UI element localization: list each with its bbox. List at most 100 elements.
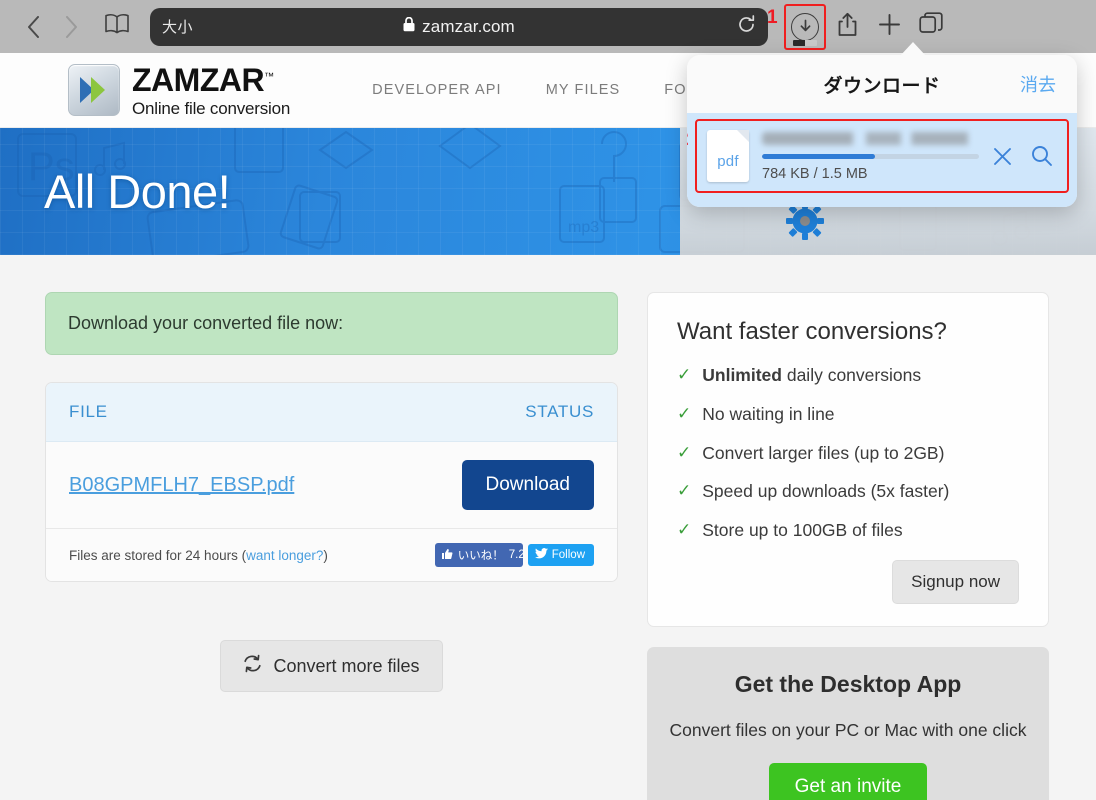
download-progress-bar <box>762 154 979 159</box>
check-icon: ✓ <box>677 520 692 539</box>
clear-downloads-button[interactable]: 消去 <box>1020 71 1056 97</box>
forward-button[interactable] <box>52 8 90 46</box>
download-item-meta: 784 KB / 1.5 MB <box>762 130 979 182</box>
download-icon <box>791 12 819 41</box>
twitter-follow-label: Follow <box>551 549 585 561</box>
signup-wrapper: Signup now <box>677 559 1019 604</box>
book-icon <box>104 13 130 40</box>
refresh-icon <box>243 654 262 678</box>
annotation-badge-1: 1 <box>767 6 778 28</box>
desktop-app-panel: Get the Desktop App Convert files on you… <box>647 646 1049 800</box>
retention-notice: Files are stored for 24 hours (want long… <box>69 548 328 563</box>
thumbs-up-icon <box>441 548 453 563</box>
list-item: ✓ Store up to 100GB of files <box>677 519 1019 542</box>
downloads-popover: ダウンロード 消去 2 pdf 784 KB / 1.5 MB <box>687 55 1077 207</box>
gear-icon <box>786 202 824 245</box>
file-table: FILE STATUS B08GPMFLH7_EBSP.pdf Download… <box>45 382 618 582</box>
file-table-header: FILE STATUS <box>46 383 617 442</box>
popover-arrow <box>900 42 926 56</box>
popover-body: 2 pdf 784 KB / 1.5 MB <box>687 113 1077 207</box>
trademark-symbol: ™ <box>264 70 274 82</box>
benefits-list: ✓ Unlimited daily conversions ✓ No waiti… <box>677 364 1019 542</box>
convert-more-files-label: Convert more files <box>273 655 420 676</box>
downloads-button[interactable]: 1 <box>767 3 826 50</box>
upsell-panel: Want faster conversions? ✓ Unlimited dai… <box>647 292 1049 627</box>
get-an-invite-button[interactable]: Get an invite <box>768 762 928 800</box>
benefit-text: Unlimited daily conversions <box>702 364 921 387</box>
download-notice: Download your converted file now: <box>45 292 618 355</box>
desktop-app-description: Convert files on your PC or Mac with one… <box>669 719 1027 740</box>
convert-more-files-button[interactable]: Convert more files <box>220 640 443 692</box>
social-buttons: いいね！ 7.2 Follow <box>434 543 594 567</box>
text-size-button[interactable]: 大小 <box>162 16 193 37</box>
download-file-name-redacted <box>762 132 979 145</box>
nav-item-my-files[interactable]: MY FILES <box>546 82 621 98</box>
list-item: ✓ Unlimited daily conversions <box>677 364 1019 387</box>
right-column: Want faster conversions? ✓ Unlimited dai… <box>647 292 1049 800</box>
file-table-footer: Files are stored for 24 hours (want long… <box>46 529 617 581</box>
twitter-bird-icon <box>534 548 548 562</box>
list-item: ✓ Speed up downloads (5x faster) <box>677 480 1019 503</box>
bookmarks-button[interactable] <box>98 8 136 46</box>
double-chevron-icon <box>68 64 120 116</box>
back-button[interactable] <box>14 8 52 46</box>
check-icon: ✓ <box>677 442 692 462</box>
pdf-file-icon-label: pdf <box>717 153 739 170</box>
page-content: Download your converted file now: FILE S… <box>0 255 1096 800</box>
chevron-left-icon <box>27 15 40 38</box>
logo-wordmark: ZAMZAR™ <box>132 61 274 98</box>
download-list-item[interactable]: 2 pdf 784 KB / 1.5 MB <box>687 119 1069 193</box>
facebook-like-label: いいね！ <box>457 550 504 562</box>
address-bar-content: zamzar.com <box>150 16 768 37</box>
annotation-badge-2: 2 <box>687 129 689 151</box>
screen: 大小 zamzar.com 1 ZAMZAR™ Online file conv… <box>0 0 1096 800</box>
retention-text-end: ) <box>323 547 328 563</box>
address-bar[interactable]: 大小 zamzar.com <box>150 7 768 46</box>
popover-title: ダウンロード <box>823 75 941 97</box>
download-button[interactable]: Download <box>461 460 594 510</box>
list-item: ✓ Convert larger files (up to 2GB) <box>677 442 1019 465</box>
benefit-text: Convert larger files (up to 2GB) <box>702 442 945 463</box>
check-icon: ✓ <box>677 481 692 501</box>
upsell-title: Want faster conversions? <box>677 318 947 345</box>
left-column: Download your converted file now: FILE S… <box>45 292 618 800</box>
column-header-status: STATUS <box>525 402 594 421</box>
check-icon: ✓ <box>677 365 692 384</box>
pdf-file-icon: pdf <box>707 130 749 182</box>
share-button[interactable] <box>826 6 868 48</box>
reload-button[interactable] <box>737 14 756 39</box>
nav-item-developer-api[interactable]: DEVELOPER API <box>372 82 502 98</box>
benefit-rest: daily conversions <box>781 365 922 385</box>
url-text: zamzar.com <box>422 16 515 36</box>
zamzar-logo[interactable]: ZAMZAR™ Online file conversion <box>68 64 290 117</box>
benefit-text: Store up to 100GB of files <box>702 520 903 540</box>
twitter-follow-button[interactable]: Follow <box>527 544 594 566</box>
tabs-icon <box>919 12 943 41</box>
check-icon: ✓ <box>677 403 692 423</box>
close-icon[interactable] <box>992 146 1013 167</box>
column-header-file: FILE <box>69 402 108 421</box>
search-icon[interactable] <box>1031 145 1053 167</box>
file-name-link[interactable]: B08GPMFLH7_EBSP.pdf <box>69 474 294 497</box>
benefit-strong: Unlimited <box>702 365 782 385</box>
logo-tagline: Online file conversion <box>132 98 291 118</box>
want-longer-link[interactable]: want longer? <box>246 548 323 563</box>
browser-toolbar: 大小 zamzar.com 1 <box>0 0 1096 53</box>
benefit-text: Speed up downloads (5x faster) <box>702 481 950 502</box>
popover-header: ダウンロード 消去 <box>687 55 1077 113</box>
table-row: B08GPMFLH7_EBSP.pdf Download <box>46 442 617 529</box>
facebook-like-count: 7.2 <box>508 549 523 561</box>
download-progress-bar <box>793 39 817 46</box>
signup-now-button[interactable]: Signup now <box>892 559 1019 604</box>
list-item: ✓ No waiting in line <box>677 403 1019 426</box>
benefit-text: No waiting in line <box>702 403 835 424</box>
download-size-text: 784 KB / 1.5 MB <box>762 166 868 182</box>
downloads-button-highlight[interactable] <box>784 3 826 50</box>
chevron-right-icon <box>65 15 78 38</box>
retention-text: Files are stored for 24 hours ( <box>69 547 247 563</box>
download-item-actions <box>992 145 1057 167</box>
convert-more-wrapper: Convert more files <box>45 640 618 692</box>
lock-icon <box>403 16 415 37</box>
facebook-like-button[interactable]: いいね！ 7.2 <box>434 543 523 567</box>
plus-icon <box>878 13 901 41</box>
